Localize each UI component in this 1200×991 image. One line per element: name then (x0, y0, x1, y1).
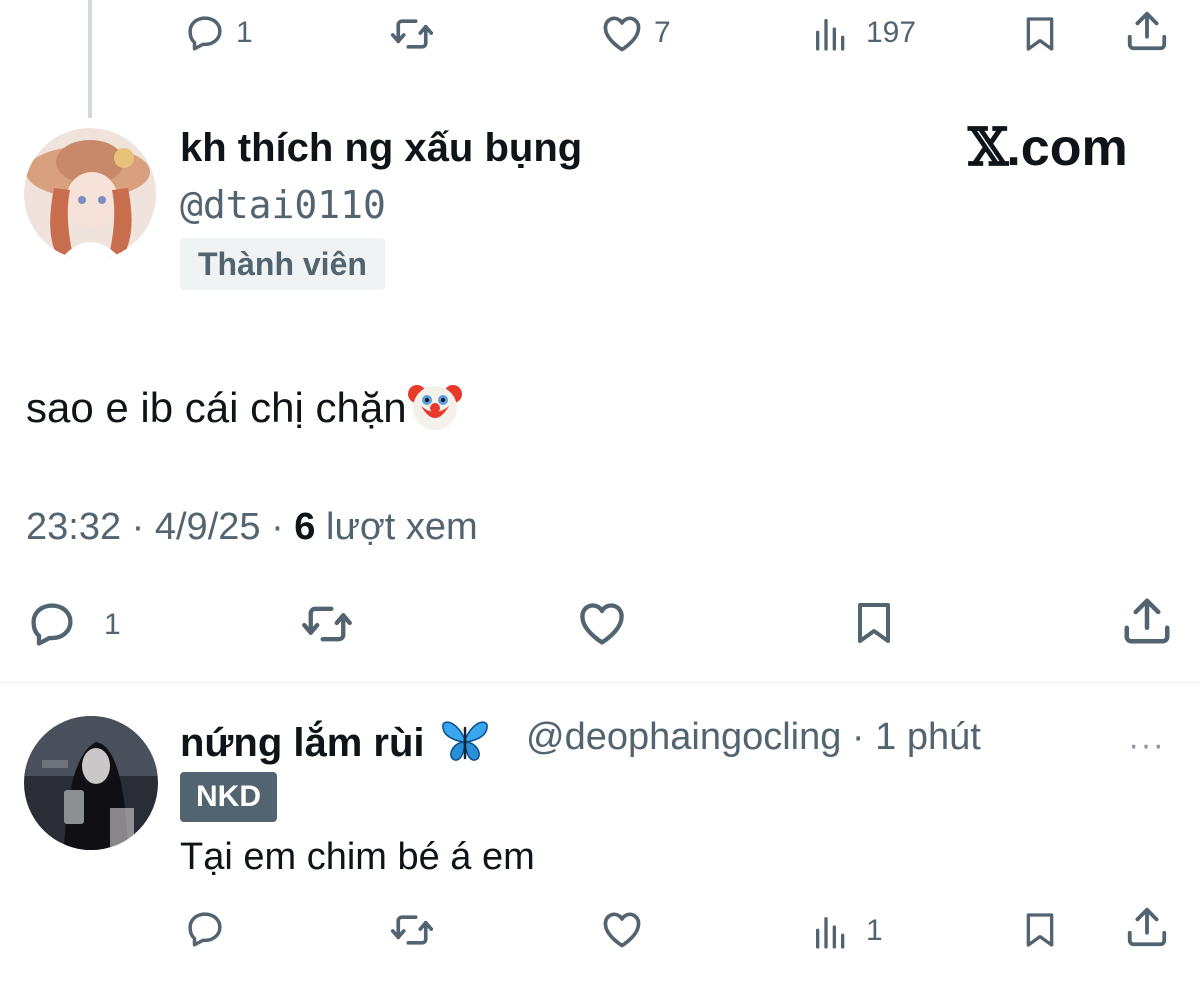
retweet-icon[interactable] (385, 12, 439, 56)
like-icon[interactable] (574, 598, 630, 650)
handle[interactable]: @deophaingocling (526, 716, 841, 758)
like-icon[interactable] (598, 908, 646, 952)
x-logo: 𝕏 (968, 117, 1008, 178)
reply-icon[interactable] (182, 908, 228, 950)
reply-count: 1 (104, 608, 121, 641)
display-name[interactable]: kh thích ng xấu bụng (180, 128, 582, 168)
thread-connector-line (88, 0, 92, 118)
clown-face-emoji-icon (407, 378, 463, 434)
display-name-text: nứng lắm rùi (180, 721, 425, 765)
brand-suffix: .com (1006, 119, 1128, 177)
views-icon[interactable] (810, 912, 852, 952)
like-count: 7 (654, 16, 671, 49)
reply-count: 1 (236, 16, 253, 49)
bookmark-icon[interactable] (850, 594, 898, 652)
timestamp[interactable]: · 1 phút (841, 716, 981, 758)
views-icon[interactable] (810, 14, 852, 54)
bookmark-icon[interactable] (1020, 906, 1060, 954)
divider (0, 682, 1200, 683)
view-count: 197 (866, 16, 917, 49)
timestamp[interactable]: 23:32 · 4/9/25 · (26, 506, 294, 548)
avatar[interactable] (24, 128, 156, 260)
reply-icon[interactable] (182, 12, 228, 54)
retweet-icon[interactable] (385, 908, 439, 952)
retweet-icon[interactable] (296, 598, 358, 650)
share-icon[interactable] (1124, 8, 1170, 54)
like-icon[interactable] (598, 12, 646, 56)
reply-handle-and-time: @deophaingocling · 1 phút (526, 718, 981, 756)
more-options-icon[interactable]: ··· (1128, 728, 1165, 762)
member-badge: Thành viên (180, 238, 385, 290)
view-number: 6 (294, 506, 316, 548)
bookmark-icon[interactable] (1020, 10, 1060, 58)
view-count: 1 (866, 914, 883, 947)
share-icon[interactable] (1120, 594, 1174, 648)
affiliation-badge: NKD (180, 772, 277, 822)
avatar[interactable] (24, 716, 158, 850)
display-name[interactable]: nứng lắm rùi (180, 718, 491, 764)
tweet-text: sao e ib cái chị chặn (26, 378, 463, 434)
tweet-text: Tại em chim bé á em (180, 836, 535, 878)
handle[interactable]: @dtai0110 (180, 186, 386, 224)
tweet-text-content: sao e ib cái chị chặn (26, 384, 407, 431)
brand-logo: 𝕏.com (968, 119, 1128, 177)
tweet-meta: 23:32 · 4/9/25 · 6 lượt xem (26, 508, 478, 546)
share-icon[interactable] (1124, 904, 1170, 950)
butterfly-emoji-icon (439, 718, 491, 764)
reply-icon[interactable] (24, 598, 80, 650)
view-label: lượt xem (315, 506, 478, 548)
